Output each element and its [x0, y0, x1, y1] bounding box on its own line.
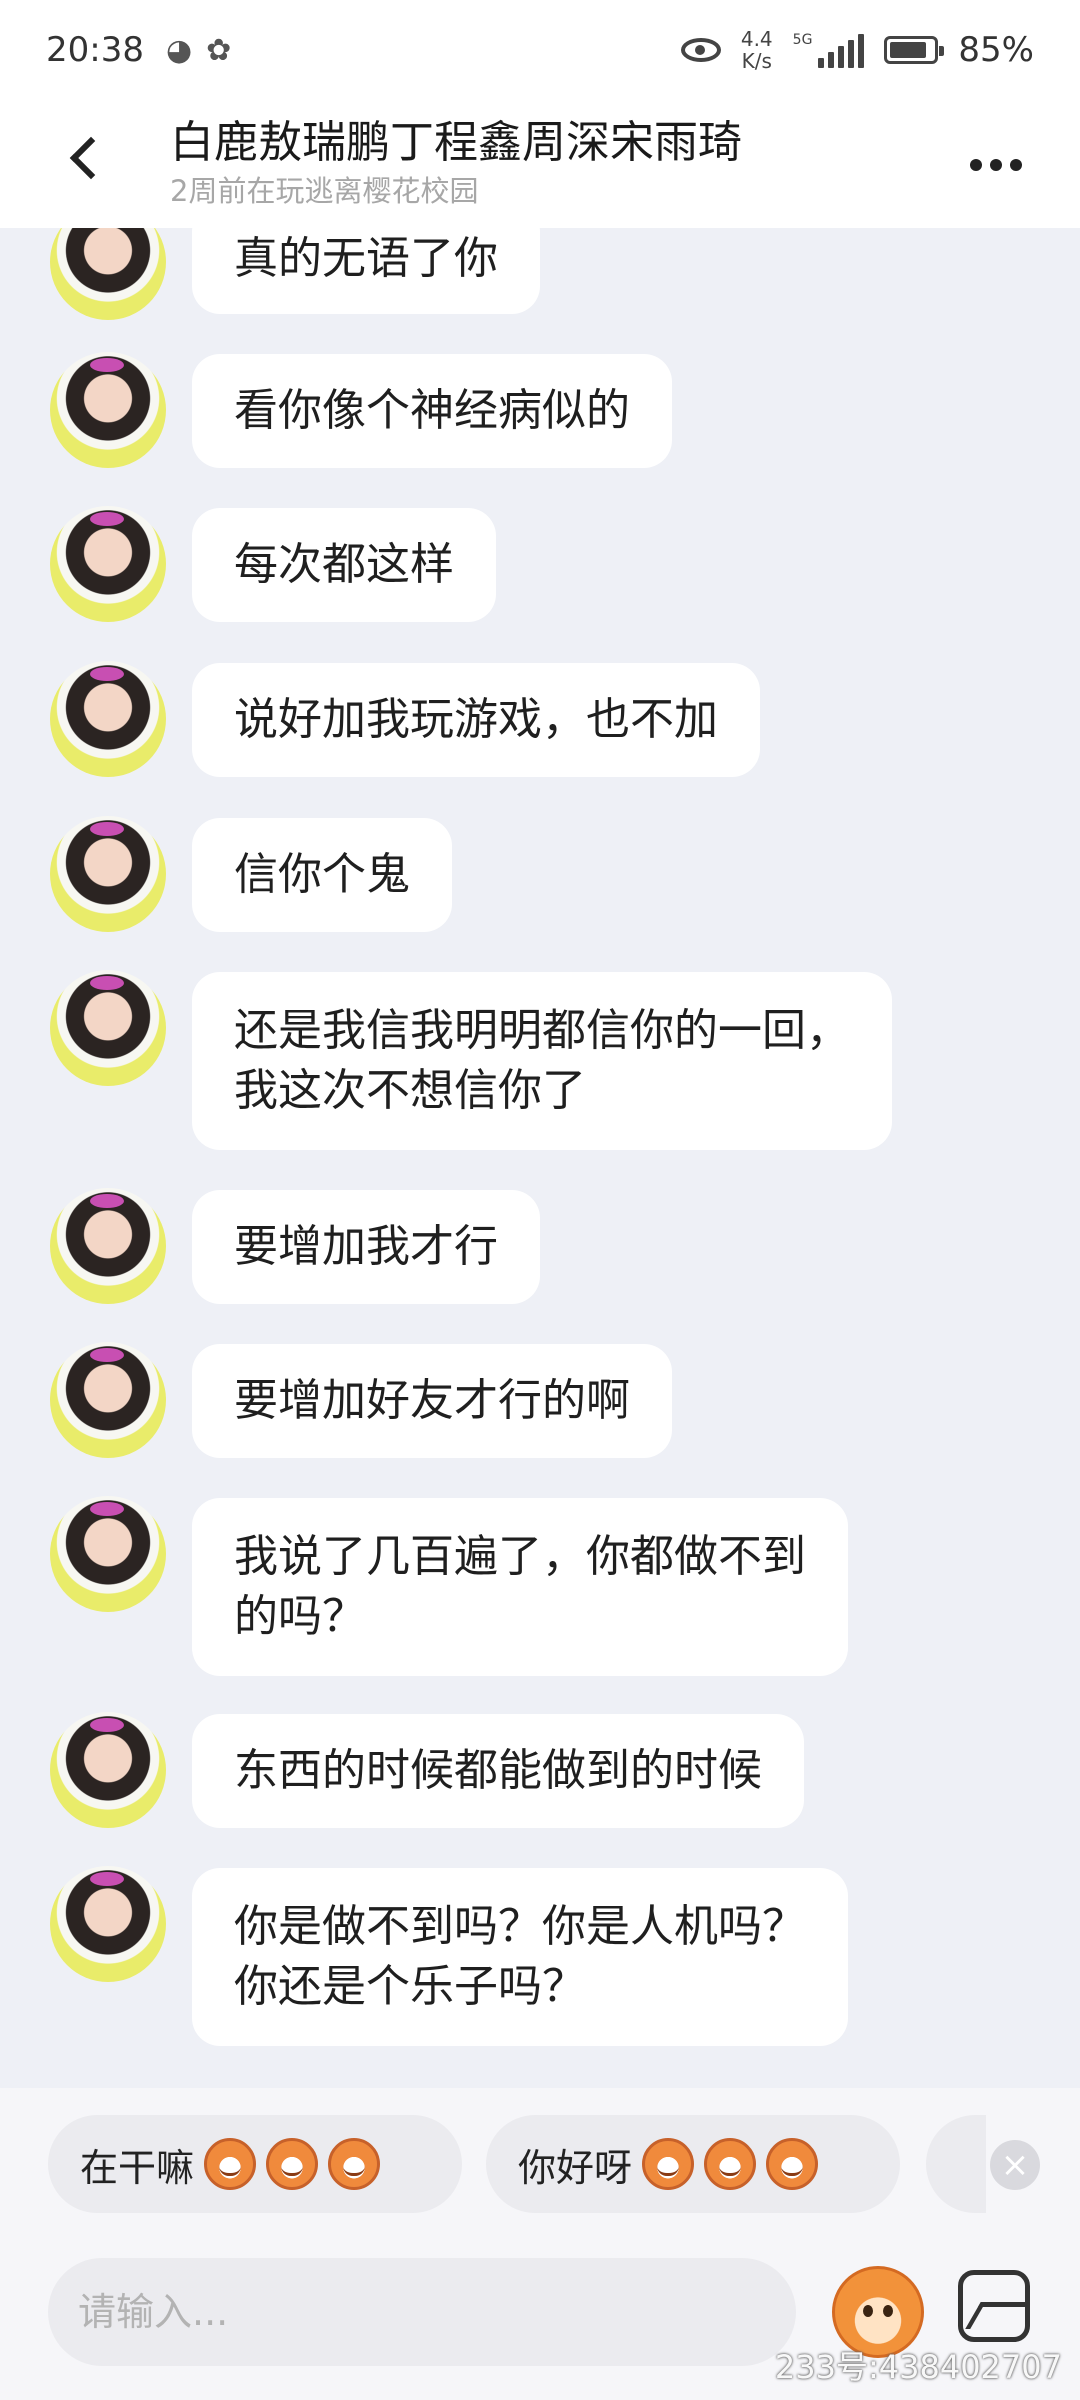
avatar[interactable] — [50, 661, 166, 777]
chat-header: 白鹿敖瑞鹏丁程鑫周深宋雨琦 2周前在玩逃离樱花校园 — [0, 100, 1080, 228]
network-speed-value: 4.4 — [740, 27, 773, 51]
monkey-face-icon — [642, 2138, 695, 2190]
quick-reply-label: 在干嘛 — [80, 2145, 195, 2190]
quick-reply-bar: 在干嘛 你好呀 × — [0, 2088, 1080, 2248]
message-bubble[interactable]: 每次都这样 — [192, 508, 496, 622]
message-bubble[interactable]: 说好加我玩游戏，也不加 — [192, 663, 760, 777]
grinning-monkey-icon — [204, 2138, 257, 2190]
dot-icon — [990, 159, 1002, 171]
avatar[interactable] — [50, 1712, 166, 1828]
message-input[interactable] — [48, 2258, 796, 2366]
avatar[interactable] — [50, 1496, 166, 1612]
avatar[interactable] — [50, 228, 166, 320]
network-speed: 4.4 K/s — [741, 28, 773, 72]
chat-message-list[interactable]: 真的无语了你 看你像个神经病似的 每次都这样 说好加我玩游戏，也不加 信你个鬼 … — [0, 228, 1080, 2088]
image-picker-button[interactable] — [958, 2270, 1030, 2342]
close-quick-replies-button[interactable]: × — [990, 2140, 1040, 2190]
wechat-icon: ◕ — [165, 32, 193, 68]
message-bubble[interactable]: 真的无语了你 — [192, 228, 540, 314]
network-speed-unit: K/s — [741, 49, 772, 73]
message-bubble[interactable]: 看你像个神经病似的 — [192, 354, 672, 468]
more-options-button[interactable] — [956, 130, 1036, 200]
avatar[interactable] — [50, 1342, 166, 1458]
battery-icon — [884, 36, 945, 64]
message-bubble[interactable]: 要增加我才行 — [192, 1190, 540, 1304]
eye-icon — [680, 38, 721, 62]
dot-icon — [1010, 159, 1022, 171]
avatar[interactable] — [50, 816, 166, 932]
status-bar: 20:38 ◕ ✿ 4.4 K/s 5G 85% — [0, 0, 1080, 100]
message-bubble[interactable]: 东西的时候都能做到的时候 — [192, 1714, 804, 1828]
battery-percent: 85% — [958, 30, 1034, 70]
message-bubble[interactable]: 信你个鬼 — [192, 818, 452, 932]
quick-reply-chip[interactable]: 在干嘛 — [48, 2115, 462, 2213]
message-bubble[interactable]: 要增加好友才行的啊 — [192, 1344, 672, 1458]
avatar[interactable] — [50, 506, 166, 622]
paw-icon: ✿ — [206, 32, 232, 68]
status-time: 20:38 — [46, 30, 144, 70]
avatar[interactable] — [50, 1188, 166, 1304]
monkey-face-icon — [704, 2138, 757, 2190]
network-type: 5G — [792, 32, 813, 48]
quick-reply-chip-partial[interactable] — [926, 2115, 986, 2213]
chevron-left-icon — [69, 136, 113, 180]
signal-icon: 5G — [793, 32, 865, 68]
close-icon: × — [1000, 2145, 1030, 2185]
chat-subtitle: 2周前在玩逃离樱花校园 — [170, 174, 479, 208]
avatar[interactable] — [50, 970, 166, 1086]
grinning-monkey-icon — [328, 2138, 381, 2190]
message-bubble[interactable]: 还是我信我明明都信你的一回， 我这次不想信你了 — [192, 972, 892, 1150]
grinning-monkey-icon — [266, 2138, 319, 2190]
monkey-face-icon — [766, 2138, 819, 2190]
chat-title: 白鹿敖瑞鹏丁程鑫周深宋雨琦 — [170, 117, 742, 168]
avatar[interactable] — [50, 352, 166, 468]
battery-fill — [890, 42, 927, 58]
watermark: 233号:438402707 — [774, 2348, 1062, 2386]
quick-reply-label: 你好呀 — [518, 2145, 633, 2190]
message-bubble[interactable]: 你是做不到吗？你是人机吗？ 你还是个乐子吗？ — [192, 1868, 848, 2046]
avatar[interactable] — [50, 1866, 166, 1982]
back-button[interactable] — [44, 118, 124, 198]
quick-reply-chip[interactable]: 你好呀 — [486, 2115, 900, 2213]
dot-icon — [970, 159, 982, 171]
status-indicators: 4.4 K/s 5G 85% — [680, 28, 1034, 72]
message-bubble[interactable]: 我说了几百遍了，你都做不到 的吗？ — [192, 1498, 848, 1676]
